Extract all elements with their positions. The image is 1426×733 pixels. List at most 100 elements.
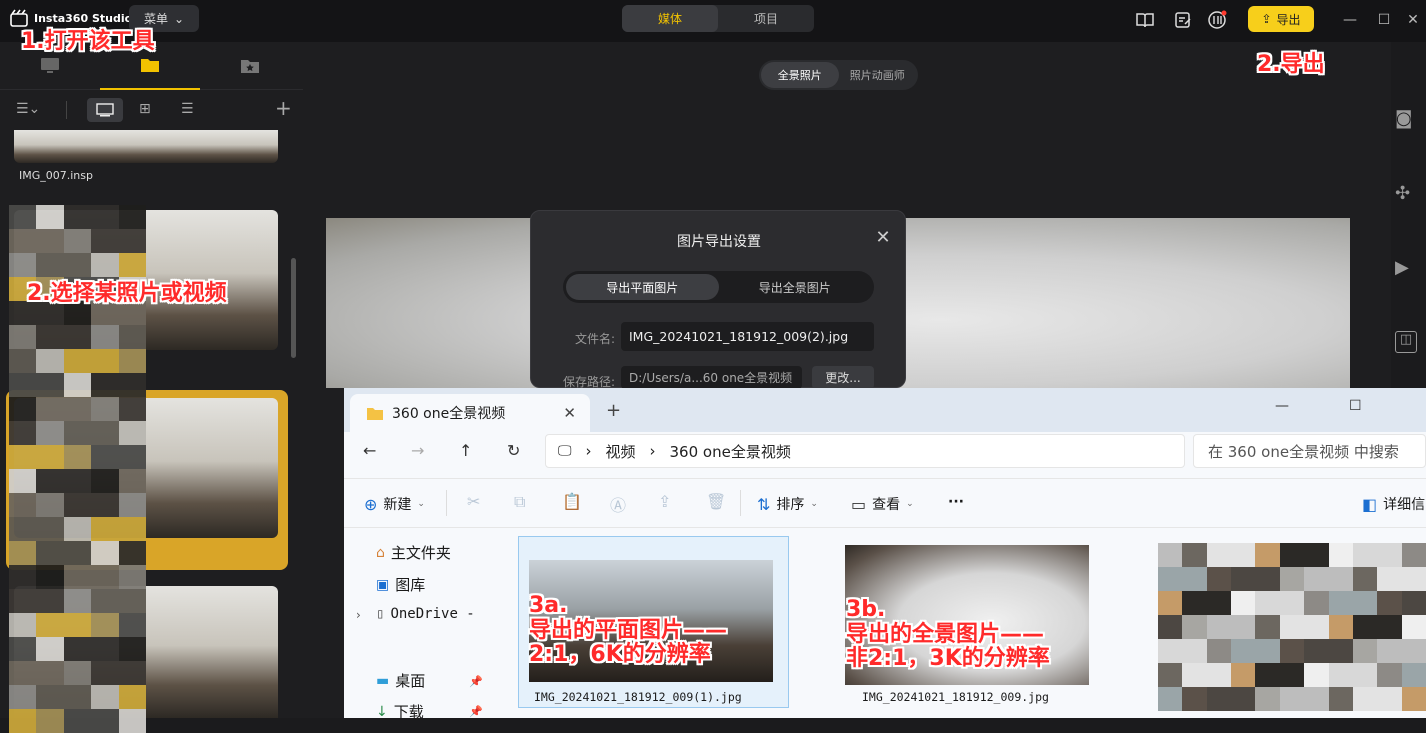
nav-desktop[interactable]: ▬ 桌面 (376, 670, 425, 691)
plus-circle-icon: ⊕ (364, 494, 378, 514)
list-view-icon[interactable]: ☰ (181, 101, 194, 117)
new-button[interactable]: ⊕ 新建 ⌄ (364, 494, 425, 514)
add-icon[interactable]: + (275, 96, 292, 120)
change-path-button[interactable]: 更改... (812, 366, 874, 389)
mosaic-cell (118, 421, 146, 445)
mosaic-cell (1279, 663, 1305, 687)
mosaic-cell (63, 637, 92, 661)
close-icon[interactable]: ✕ (873, 229, 893, 249)
mosaic-cell (36, 493, 64, 517)
explorer-tab[interactable]: 360 one全景视频 ✕ (350, 394, 590, 432)
rename-icon[interactable]: Ⓐ (610, 492, 626, 516)
address-bar[interactable]: 🖵 › 视频 › 360 one全景视频 (545, 434, 1185, 468)
edit-note-icon[interactable] (1173, 10, 1193, 30)
mosaic-cell (1401, 591, 1426, 615)
mosaic-cell (118, 565, 146, 589)
home-icon: ⌂ (376, 544, 385, 561)
sort-button[interactable]: ⇅ 排序 ⌄ (757, 494, 818, 514)
tab-favorites[interactable] (200, 42, 300, 90)
mosaic-cell (9, 541, 37, 565)
toolbar-divider (66, 101, 67, 119)
tab-panorama-photo[interactable]: 全景照片 (761, 62, 839, 88)
camera-icon[interactable]: ◙ (1395, 108, 1417, 130)
notification-icon[interactable] (1207, 10, 1227, 30)
mosaic-cell (118, 229, 146, 253)
command-divider (740, 490, 741, 516)
mosaic-cell (36, 517, 64, 541)
video-edit-icon[interactable]: ▶ (1395, 257, 1417, 279)
mosaic-cell (1401, 543, 1426, 567)
cut-icon[interactable]: ✂ (467, 492, 480, 511)
mosaic-cell (1279, 639, 1305, 663)
large-view-icon[interactable] (87, 98, 123, 122)
delete-icon[interactable]: 🗑 (706, 492, 726, 511)
close-icon[interactable]: ✕ (563, 404, 576, 422)
mosaic-cell (9, 397, 37, 421)
mosaic-cell (9, 349, 37, 373)
mosaic-cell (1231, 543, 1256, 567)
minimize-icon[interactable]: — (1275, 398, 1289, 414)
export-button[interactable]: ⇪ 导出 (1248, 6, 1314, 32)
sort-icon[interactable]: ☰⌄ (16, 101, 40, 117)
tab-photo-animator[interactable]: 照片动画师 (839, 62, 917, 88)
annotation-3b: 3b. 导出的全景图片—— 非2:1，3K的分辨率 (846, 597, 1050, 672)
more-button[interactable]: ··· (948, 494, 964, 510)
paste-icon[interactable]: 📋 (562, 492, 582, 511)
mosaic-cell (36, 589, 64, 613)
details-button[interactable]: ◧ 详细信 (1362, 494, 1425, 514)
book-icon[interactable] (1135, 10, 1155, 30)
back-icon[interactable]: ← (363, 441, 376, 460)
mosaic-cell (91, 421, 119, 445)
new-tab-icon[interactable]: + (606, 400, 621, 421)
mosaic-cell (1304, 663, 1329, 687)
nav-downloads[interactable]: ↓ 下载 (376, 701, 424, 722)
media-thumbnail[interactable] (14, 130, 278, 163)
up-icon[interactable]: ↑ (459, 441, 472, 460)
chevron-right-icon: › (585, 442, 592, 460)
mosaic-cell (91, 397, 119, 421)
tab-project[interactable]: 项目 (718, 5, 814, 32)
copy-icon[interactable]: ⧉ (514, 492, 525, 512)
minimize-icon[interactable]: — (1337, 8, 1363, 32)
forward-icon[interactable]: → (411, 441, 424, 460)
refresh-icon[interactable]: ↻ (507, 441, 520, 460)
mosaic-cell (1401, 639, 1426, 663)
menu-button[interactable]: 菜单 ⌄ (129, 5, 199, 32)
nav-home[interactable]: ⌂ 主文件夹 (376, 542, 451, 563)
mosaic-cell (91, 325, 119, 349)
mosaic-cell (1304, 687, 1329, 711)
view-button[interactable]: ▭ 查看 ⌄ (851, 494, 914, 514)
mosaic-cell (63, 205, 92, 229)
filename-field[interactable]: IMG_20241021_181912_009(2).jpg (621, 322, 874, 351)
mosaic-cell (9, 229, 37, 253)
chevron-down-icon: ⌄ (906, 499, 914, 509)
tab-media[interactable]: 媒体 (622, 5, 718, 32)
clapperboard-icon (10, 9, 28, 27)
puzzle-icon[interactable]: ✣ (1395, 183, 1417, 205)
gallery-icon: ▣ (376, 576, 390, 593)
nav-onedrive[interactable]: ▯ OneDrive - (376, 606, 475, 622)
maximize-icon[interactable]: ☐ (1349, 398, 1362, 414)
nav-gallery[interactable]: ▣ 图库 (376, 574, 425, 595)
mosaic-cell (1231, 639, 1256, 663)
breadcrumb-item[interactable]: 视频 (606, 441, 636, 462)
nav-label: OneDrive - (390, 606, 475, 622)
breadcrumb-item[interactable]: 360 one全景视频 (670, 441, 791, 462)
mosaic-cell (36, 349, 64, 373)
grid-view-icon[interactable]: ⊞ (139, 101, 151, 117)
share-icon[interactable]: ⇪ (658, 492, 671, 511)
mosaic-cell (1352, 567, 1378, 591)
close-icon[interactable]: ✕ (1400, 8, 1426, 32)
sidebar-scrollbar[interactable] (291, 258, 296, 358)
maximize-icon[interactable]: ☐ (1371, 8, 1397, 32)
search-input[interactable]: 在 360 one全景视频 中搜索 (1193, 434, 1426, 468)
tab-export-panorama[interactable]: 导出全景图片 (719, 274, 872, 300)
mosaic-cell (1401, 567, 1426, 591)
mosaic-cell (36, 637, 64, 661)
view-label: 查看 (872, 497, 901, 513)
mosaic-cell (1377, 687, 1402, 711)
mosaic-cell (9, 325, 37, 349)
chevron-right-icon[interactable]: › (356, 608, 361, 622)
tab-export-flat[interactable]: 导出平面图片 (566, 274, 719, 300)
logo-icon[interactable]: ◫ (1395, 331, 1417, 353)
